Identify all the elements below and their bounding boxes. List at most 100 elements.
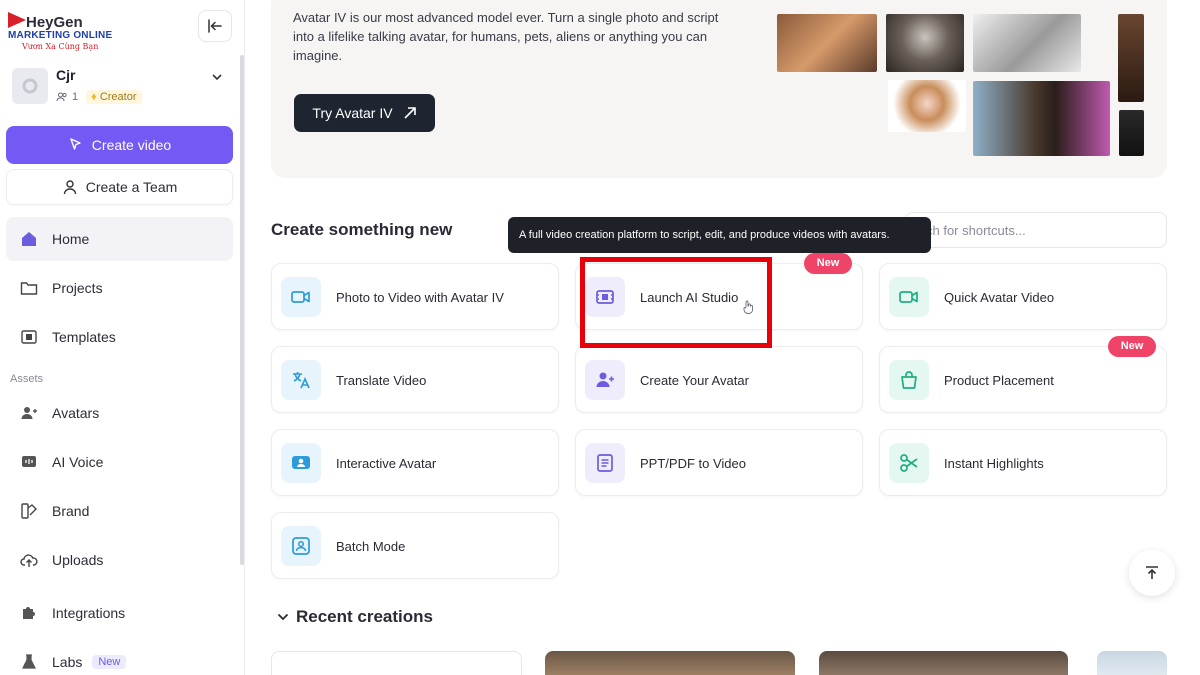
- partial-thumbnail-dark: [1119, 110, 1144, 156]
- sidebar-item-label: Brand: [52, 503, 90, 519]
- card-translate-video[interactable]: Translate Video: [271, 346, 559, 413]
- user-icon: [63, 180, 76, 195]
- create-section-title: Create something new: [271, 220, 453, 239]
- workspace-switcher[interactable]: Cjr 1 ♦ Creator: [12, 64, 232, 110]
- diamond-icon: ♦: [91, 91, 97, 103]
- sidebar: HeyGen MARKETING ONLINE Vươn Xa Cùng Bạn…: [0, 0, 245, 675]
- card-label: Product Placement: [944, 373, 1054, 388]
- folder-icon: [20, 279, 38, 297]
- flask-icon: [20, 653, 38, 671]
- scroll-to-top-button[interactable]: [1129, 550, 1175, 596]
- sidebar-item-label: AI Voice: [52, 454, 104, 470]
- plan-badge: ♦ Creator: [86, 90, 142, 104]
- partial-thumbnail-right: [1118, 14, 1144, 102]
- create-team-button[interactable]: Create a Team: [6, 169, 233, 205]
- recent-creations-title: Recent creations: [296, 607, 433, 626]
- assets-section-label: Assets: [10, 373, 44, 385]
- brand-icon: [20, 502, 38, 520]
- new-badge-ai-studio: New: [804, 253, 852, 274]
- puzzle-icon: [20, 604, 38, 622]
- recent-creation-card[interactable]: [819, 651, 1068, 675]
- avatar-icon: [20, 404, 38, 422]
- home-icon: [20, 230, 38, 248]
- shortcut-search-input[interactable]: ch for shortcuts...: [905, 212, 1167, 248]
- create-team-label: Create a Team: [85, 179, 178, 195]
- add-user-icon: [585, 360, 625, 400]
- arrow-up-right-icon: [403, 107, 416, 119]
- sidebar-scrollbar[interactable]: [240, 55, 244, 565]
- workspace-meta: 1 ♦ Creator: [56, 90, 142, 104]
- card-label: PPT/PDF to Video: [640, 456, 746, 471]
- gear-icon: [22, 78, 38, 94]
- ai-studio-tooltip: A full video creation platform to script…: [508, 217, 931, 253]
- woman-podcast-thumbnail: [973, 81, 1110, 156]
- logo-watermark-line1: MARKETING ONLINE: [8, 30, 113, 41]
- camera-icon: [281, 277, 321, 317]
- sidebar-item-label: Projects: [52, 280, 103, 296]
- card-quick-avatar-video[interactable]: Quick Avatar Video: [879, 263, 1167, 330]
- card-label: Instant Highlights: [944, 456, 1044, 471]
- sidebar-item-label: Home: [52, 231, 90, 247]
- chevron-down-icon: [277, 613, 289, 621]
- document-icon: [585, 443, 625, 483]
- sidebar-item-integrations[interactable]: Integrations: [6, 591, 233, 635]
- card-batch-mode[interactable]: Batch Mode: [271, 512, 559, 579]
- collapse-left-icon: [208, 19, 222, 33]
- translate-icon: [281, 360, 321, 400]
- plan-label: Creator: [99, 91, 137, 103]
- voice-icon: [20, 453, 38, 471]
- try-avatar-iv-label: Try Avatar IV: [312, 105, 393, 121]
- members-icon: [56, 92, 67, 102]
- card-interactive-avatar[interactable]: Interactive Avatar: [271, 429, 559, 496]
- sidebar-item-templates[interactable]: Templates: [6, 315, 233, 359]
- chat-avatar-icon: [281, 443, 321, 483]
- film-icon: [20, 328, 38, 346]
- video-camera-icon: [889, 277, 929, 317]
- create-video-button[interactable]: Create video: [6, 126, 233, 164]
- arrow-up-to-line-icon: [1146, 566, 1158, 579]
- sidebar-item-ai-voice[interactable]: AI Voice: [6, 440, 233, 484]
- anime-girl-thumbnail: [888, 80, 966, 132]
- highlight-annotation-box: [580, 257, 772, 348]
- recent-creation-card[interactable]: [545, 651, 795, 675]
- logo-watermark-line2: Vươn Xa Cùng Bạn: [22, 42, 99, 51]
- labs-new-badge: New: [92, 655, 127, 669]
- recent-creation-card[interactable]: [271, 651, 522, 675]
- logo-flag-icon: [8, 12, 26, 28]
- workspace-name: Cjr: [56, 67, 76, 83]
- card-label: Batch Mode: [336, 539, 406, 554]
- card-ppt-pdf-to-video[interactable]: PPT/PDF to Video: [575, 429, 863, 496]
- app-window: HeyGen MARKETING ONLINE Vươn Xa Cùng Bạn…: [0, 0, 1200, 675]
- try-avatar-iv-button[interactable]: Try Avatar IV: [294, 94, 435, 132]
- sidebar-item-labs[interactable]: Labs New: [6, 640, 233, 675]
- puppet-thumbnail: [886, 14, 964, 72]
- sidebar-item-label: Integrations: [52, 605, 126, 621]
- card-label: Quick Avatar Video: [944, 290, 1055, 305]
- sidebar-item-label: Uploads: [52, 552, 104, 568]
- logo[interactable]: HeyGen MARKETING ONLINE Vươn Xa Cùng Bạn: [8, 12, 118, 52]
- scissors-icon: [889, 443, 929, 483]
- cartoon-character-thumbnail: [777, 14, 877, 72]
- sidebar-item-avatars[interactable]: Avatars: [6, 391, 233, 435]
- sketch-portrait-thumbnail: [973, 14, 1081, 72]
- card-label: Translate Video: [336, 373, 427, 388]
- sidebar-item-label: Labs: [52, 654, 83, 670]
- banner-description: Avatar IV is our most advanced model eve…: [293, 10, 719, 63]
- sidebar-item-brand[interactable]: Brand: [6, 489, 233, 533]
- upload-cloud-icon: [20, 551, 38, 569]
- recent-creations-toggle[interactable]: Recent creations: [276, 607, 433, 627]
- collapse-sidebar-button[interactable]: [198, 10, 232, 42]
- recent-creation-card[interactable]: [1097, 651, 1167, 675]
- sidebar-item-uploads[interactable]: Uploads: [6, 538, 233, 582]
- shopping-bag-icon: [889, 360, 929, 400]
- search-placeholder: ch for shortcuts...: [926, 223, 1026, 238]
- card-instant-highlights[interactable]: Instant Highlights: [879, 429, 1167, 496]
- card-create-your-avatar[interactable]: Create Your Avatar: [575, 346, 863, 413]
- sidebar-item-projects[interactable]: Projects: [6, 266, 233, 310]
- sidebar-item-home[interactable]: Home: [6, 217, 233, 261]
- member-count: 1: [72, 91, 79, 103]
- card-photo-to-video[interactable]: Photo to Video with Avatar IV: [271, 263, 559, 330]
- chevron-down-icon: [212, 74, 222, 81]
- card-label: Create Your Avatar: [640, 373, 749, 388]
- avatar-iv-banner: Avatar IV is our most advanced model eve…: [271, 0, 1167, 178]
